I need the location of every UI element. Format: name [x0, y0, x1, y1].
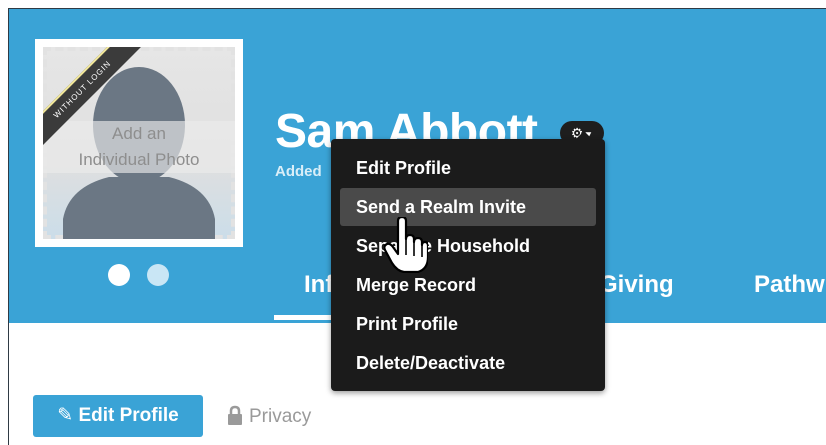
add-photo-line1: Add an — [112, 124, 166, 143]
added-date-text: Added — [275, 163, 322, 180]
menu-item-send-realm-invite[interactable]: Send a Realm Invite — [340, 188, 596, 226]
menu-item-print-profile[interactable]: Print Profile — [340, 305, 596, 343]
profile-photo[interactable]: Add an Individual Photo WITHOUT LOGIN — [35, 39, 243, 247]
menu-item-delete-deactivate[interactable]: Delete/Deactivate — [340, 344, 596, 382]
pencil-icon: ✎ — [57, 405, 74, 426]
carousel-dot-2[interactable] — [147, 264, 169, 286]
carousel-dot-1[interactable] — [108, 264, 130, 286]
add-photo-line2: Individual Photo — [78, 150, 200, 169]
hand-cursor-icon — [384, 217, 428, 273]
edit-profile-label: Edit Profile — [78, 405, 179, 426]
menu-caret — [576, 131, 592, 139]
tab-giving[interactable]: Giving — [599, 271, 674, 299]
profile-page: Add an Individual Photo WITHOUT LOGIN Sa… — [8, 8, 826, 445]
menu-item-separate-household[interactable]: Separate Household — [340, 227, 596, 265]
edit-profile-button[interactable]: ✎ Edit Profile — [33, 395, 203, 437]
add-photo-prompt[interactable]: Add an Individual Photo — [43, 121, 235, 173]
tab-pathways[interactable]: Pathw — [754, 271, 825, 299]
privacy-label: Privacy — [249, 406, 312, 427]
menu-item-merge-record[interactable]: Merge Record — [340, 266, 596, 304]
photo-placeholder[interactable]: Add an Individual Photo WITHOUT LOGIN — [43, 47, 235, 239]
settings-dropdown-menu: Edit Profile Send a Realm Invite Separat… — [331, 131, 605, 391]
privacy-link[interactable]: Privacy — [227, 405, 311, 432]
menu-item-edit-profile[interactable]: Edit Profile — [340, 149, 596, 187]
lock-icon — [227, 405, 243, 432]
